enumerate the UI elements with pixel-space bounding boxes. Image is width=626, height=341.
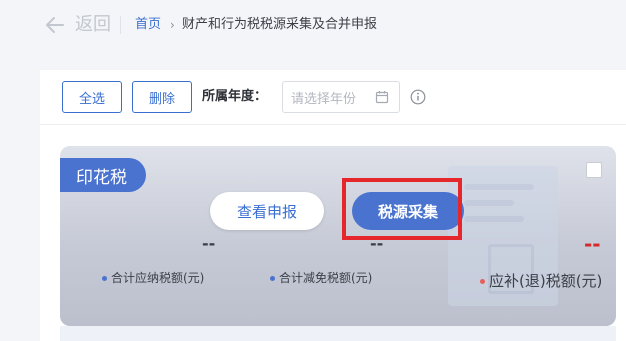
- tax-name-tag: 印花税: [60, 158, 146, 192]
- delete-button[interactable]: 删除: [132, 81, 192, 113]
- top-navigation: 返回 首页 › 财产和行为税税源采集及合并申报: [0, 0, 626, 50]
- view-declaration-button[interactable]: 查看申报: [210, 192, 324, 230]
- select-all-button[interactable]: 全选: [62, 81, 122, 113]
- bullet-dot: [270, 276, 275, 281]
- year-picker[interactable]: 请选择年份: [282, 81, 400, 113]
- content-panel: 全选 删除 所属年度： 请选择年份 印花税 查看申报 税源采集 -- -- --…: [40, 70, 626, 341]
- total-reduction-label: 合计减免税额(元): [270, 269, 372, 287]
- next-card-edge: [60, 326, 616, 341]
- bullet-dot: [480, 279, 485, 284]
- refund-due-label-text: 应补(退)税额(元): [489, 272, 603, 290]
- year-placeholder: 请选择年份: [291, 91, 357, 107]
- refund-due-value: --: [584, 232, 601, 256]
- arrow-left-icon[interactable]: [44, 14, 66, 36]
- tax-source-collect-button[interactable]: 税源采集: [352, 192, 464, 230]
- total-reduction-value: --: [370, 234, 384, 253]
- year-label: 所属年度：: [202, 89, 268, 104]
- nav-divider: [120, 16, 121, 34]
- bullet-dot: [102, 276, 107, 281]
- watermark-line: [464, 216, 524, 222]
- total-payable-value: --: [202, 234, 216, 253]
- card-select-checkbox[interactable]: [586, 162, 602, 178]
- breadcrumb-home[interactable]: 首页: [135, 15, 161, 35]
- total-payable-label: 合计应纳税额(元): [102, 269, 204, 287]
- breadcrumb-current: 财产和行为税税源采集及合并申报: [182, 17, 378, 32]
- total-payable-label-text: 合计应纳税额(元): [111, 271, 205, 285]
- watermark-line: [464, 200, 514, 206]
- watermark-line: [464, 184, 534, 190]
- toolbar: 全选 删除 所属年度： 请选择年份: [40, 70, 626, 125]
- tax-card: 印花税 查看申报 税源采集 -- -- -- 合计应纳税额(元) 合计减免税额(…: [60, 146, 616, 326]
- refund-due-label: 应补(退)税额(元): [480, 272, 602, 290]
- total-reduction-label-text: 合计减免税额(元): [279, 271, 373, 285]
- page: 返回 首页 › 财产和行为税税源采集及合并申报 全选 删除 所属年度： 请选择年…: [0, 0, 626, 341]
- back-link[interactable]: 返回: [75, 12, 111, 38]
- calendar-icon: [375, 91, 389, 104]
- breadcrumb-separator: ›: [170, 18, 175, 32]
- info-icon[interactable]: [410, 89, 426, 105]
